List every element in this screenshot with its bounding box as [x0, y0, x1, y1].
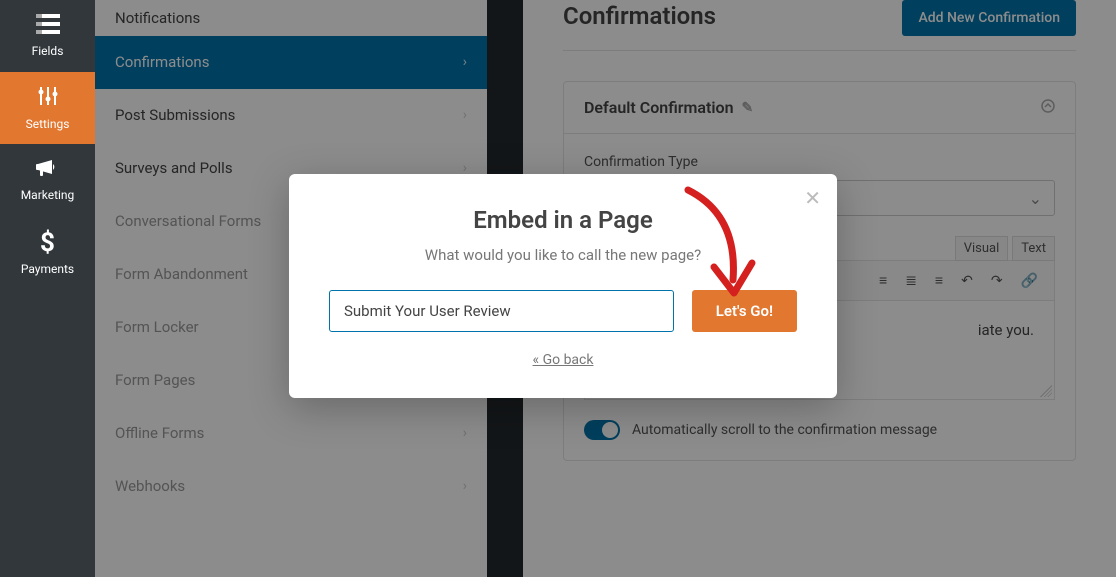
dollar-icon: $	[40, 228, 55, 258]
lets-go-button[interactable]: Let's Go!	[692, 290, 797, 332]
nav-item-payments[interactable]: $ Payments	[0, 216, 95, 288]
nav-item-marketing[interactable]: Marketing	[0, 144, 95, 216]
embed-modal: ✕ Embed in a Page What would you like to…	[289, 174, 837, 398]
nav-item-fields[interactable]: Fields	[0, 0, 95, 72]
nav-label: Fields	[32, 44, 64, 58]
nav-label: Marketing	[21, 188, 75, 202]
nav-label: Settings	[26, 117, 70, 131]
settings-icon	[37, 85, 59, 113]
page-name-input[interactable]	[329, 290, 674, 332]
nav-item-settings[interactable]: Settings	[0, 72, 95, 144]
nav-label: Payments	[21, 262, 74, 276]
modal-title: Embed in a Page	[329, 206, 797, 234]
left-nav: Fields Settings Marketing $ Payments	[0, 0, 95, 577]
fields-icon	[36, 14, 60, 40]
go-back-link[interactable]: « Go back	[329, 352, 797, 368]
close-icon[interactable]: ✕	[804, 186, 821, 210]
bullhorn-icon	[36, 158, 60, 184]
modal-subtitle: What would you like to call the new page…	[329, 246, 797, 264]
